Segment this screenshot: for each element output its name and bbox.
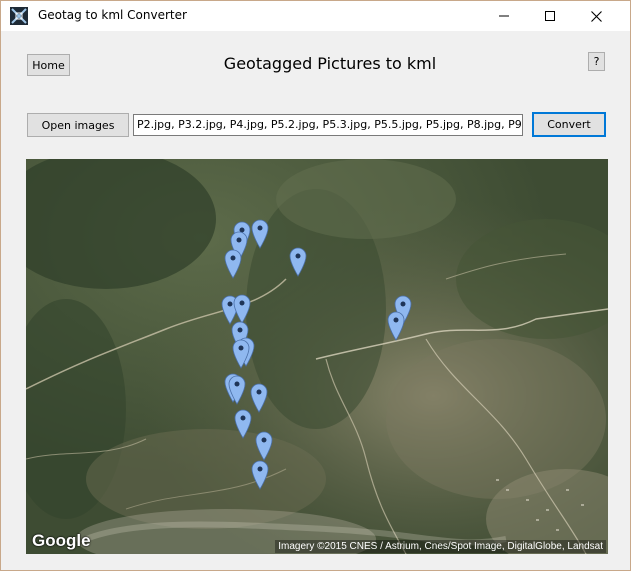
selected-files-field[interactable]: P2.jpg, P3.2.jpg, P4.jpg, P5.2.jpg, P5.3… [133, 114, 523, 136]
map-pin-icon[interactable] [250, 383, 268, 413]
app-window: Geotag to kml Converter Home Geotagged P… [0, 0, 631, 571]
close-button[interactable] [573, 1, 619, 31]
close-icon [590, 10, 602, 22]
minimize-button[interactable] [481, 1, 527, 31]
map-pin-icon[interactable] [255, 431, 273, 461]
window-title: Geotag to kml Converter [38, 8, 187, 22]
maximize-button[interactable] [527, 1, 573, 31]
map-attribution: Imagery ©2015 CNES / Astrium, Cnes/Spot … [275, 540, 606, 553]
map-pin-icon[interactable] [234, 409, 252, 439]
map-pin-icon[interactable] [233, 294, 251, 324]
map-pin-icon[interactable] [224, 249, 242, 279]
page-title: Geotagged Pictures to kml [223, 54, 437, 73]
help-button[interactable]: ? [588, 52, 605, 71]
convert-button[interactable]: Convert [532, 112, 606, 137]
home-button[interactable]: Home [27, 54, 70, 76]
map-pin-icon[interactable] [289, 247, 307, 277]
open-images-button[interactable]: Open images [27, 113, 129, 137]
satellite-map[interactable]: Google Imagery ©2015 CNES / Astrium, Cne… [26, 159, 608, 554]
satellite-terrain [26, 159, 608, 554]
map-pin-icon[interactable] [228, 375, 246, 405]
google-logo: Google [32, 531, 91, 550]
map-pin-icon[interactable] [232, 339, 250, 369]
title-bar[interactable]: Geotag to kml Converter [1, 1, 630, 31]
minimize-icon [499, 15, 509, 17]
maximize-icon [545, 11, 555, 21]
geotag-app-icon [10, 7, 28, 25]
map-pin-icon[interactable] [387, 311, 405, 341]
map-pin-icon[interactable] [251, 460, 269, 490]
map-pin-icon[interactable] [251, 219, 269, 249]
